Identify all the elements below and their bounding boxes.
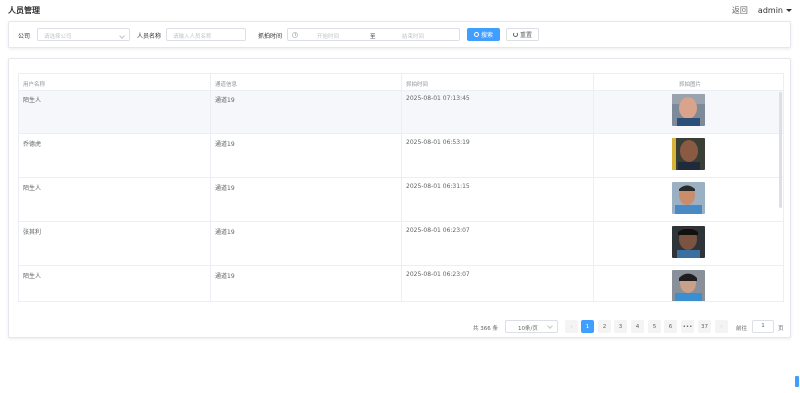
- name-label: 人员名称: [137, 33, 162, 40]
- page-size-value: 10条/页: [518, 326, 538, 332]
- goto-suffix: 页: [778, 326, 784, 332]
- user-menu[interactable]: admin: [758, 6, 792, 15]
- column-header: 抓拍时间: [406, 82, 429, 88]
- cell-name: 陌生人: [23, 273, 42, 280]
- cell-name: 张其利: [23, 229, 42, 236]
- company-select-placeholder: 请选择公司: [44, 34, 72, 40]
- capture-photo[interactable]: [672, 226, 705, 258]
- cell-channel: 通道19: [215, 273, 235, 280]
- page-button-5[interactable]: 5: [648, 320, 661, 333]
- column-header: 用户名称: [23, 82, 46, 88]
- page-button-4[interactable]: 4: [631, 320, 644, 333]
- capture-photo[interactable]: [672, 182, 705, 214]
- search-button[interactable]: 搜索: [467, 28, 500, 41]
- cell-channel: 通道19: [215, 97, 235, 104]
- cell-channel: 通道19: [215, 185, 235, 192]
- end-time-input[interactable]: 结束时间: [402, 32, 424, 40]
- page-button-37[interactable]: 37: [698, 320, 711, 333]
- total-count: 共 366 条: [473, 326, 498, 332]
- table-card: 用户名称 通道信息 抓拍时间 抓拍图片 陌生人 通道19 2025-08-01 …: [8, 58, 791, 338]
- next-page-button[interactable]: ›: [715, 320, 728, 333]
- page-button-2[interactable]: 2: [598, 320, 611, 333]
- reset-button-label: 重置: [519, 32, 532, 39]
- page-button-3[interactable]: 3: [614, 320, 627, 333]
- cell-time: 2025-08-01 06:23:07: [406, 227, 470, 234]
- prev-page-button[interactable]: ‹: [565, 320, 578, 333]
- clock-icon: [292, 32, 298, 38]
- capture-table: 用户名称 通道信息 抓拍时间 抓拍图片 陌生人 通道19 2025-08-01 …: [18, 73, 784, 302]
- page-title: 人员管理: [8, 6, 40, 15]
- name-input[interactable]: 请输入人员名称: [166, 28, 246, 41]
- column-header: 通道信息: [215, 82, 238, 88]
- search-form: 公司 请选择公司 人员名称 请输入人员名称 抓拍时间 开始时间 至 结束时间 搜…: [8, 21, 791, 48]
- company-label: 公司: [18, 33, 31, 40]
- column-divider: [593, 74, 594, 301]
- user-name: admin: [757, 6, 783, 15]
- cell-name: 陌生人: [23, 185, 42, 192]
- cell-time: 2025-08-01 07:13:45: [406, 95, 470, 102]
- start-time-input[interactable]: 开始时间: [317, 32, 339, 40]
- column-header: 抓拍图片: [679, 82, 702, 88]
- capture-photo[interactable]: [672, 138, 705, 170]
- cell-name: 陌生人: [23, 97, 42, 104]
- side-drawer-handle[interactable]: [795, 376, 799, 387]
- chevron-down-icon: [119, 33, 125, 39]
- capture-photo[interactable]: [672, 94, 705, 126]
- cell-time: 2025-08-01 06:53:19: [406, 139, 470, 146]
- refresh-icon: [512, 32, 518, 37]
- cell-channel: 通道19: [215, 141, 235, 148]
- goto-page-input[interactable]: 1: [752, 320, 774, 333]
- top-bar: 人员管理 返回 admin: [0, 0, 800, 20]
- company-select[interactable]: 请选择公司: [37, 28, 130, 41]
- name-input-placeholder: 请输入人员名称: [173, 34, 212, 40]
- search-icon: [473, 32, 479, 37]
- page-button-1[interactable]: 1: [581, 320, 594, 333]
- goto-label: 前往: [736, 326, 748, 332]
- cell-time: 2025-08-01 06:23:07: [406, 271, 470, 278]
- page-size-select[interactable]: 10条/页: [505, 320, 558, 333]
- cell-name: 乔德虎: [23, 141, 42, 148]
- cell-time: 2025-08-01 06:31:15: [406, 183, 470, 190]
- time-range-picker[interactable]: 开始时间 至 结束时间: [287, 28, 460, 41]
- range-separator: 至: [370, 34, 376, 40]
- reset-button[interactable]: 重置: [506, 28, 539, 41]
- back-link[interactable]: 返回: [732, 5, 748, 16]
- column-divider: [210, 74, 211, 301]
- page-button-6[interactable]: 6: [664, 320, 677, 333]
- caret-down-icon: [786, 9, 792, 12]
- topbar-actions: 返回 admin: [732, 5, 792, 16]
- page-ellipsis-button[interactable]: •••: [681, 320, 694, 333]
- time-label: 抓拍时间: [258, 33, 283, 40]
- search-button-label: 搜索: [480, 32, 493, 39]
- cell-channel: 通道19: [215, 229, 235, 236]
- column-divider: [401, 74, 402, 301]
- capture-photo[interactable]: [672, 270, 705, 301]
- chevron-down-icon: [547, 323, 553, 329]
- table-scrollbar[interactable]: [779, 92, 782, 208]
